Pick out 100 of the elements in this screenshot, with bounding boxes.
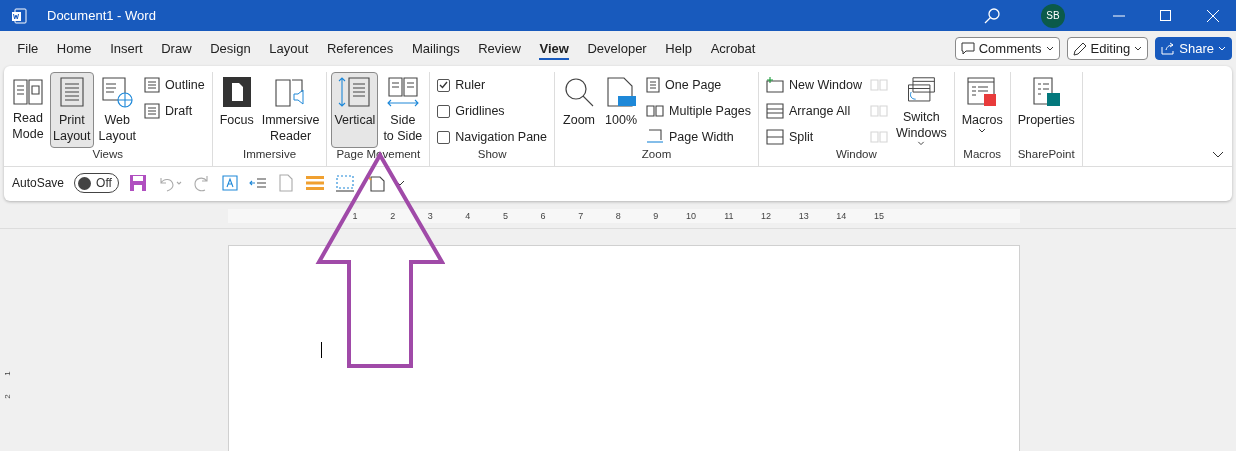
group-label: SharePoint [1016, 148, 1076, 162]
group-label: Zoom [640, 148, 673, 162]
minimize-icon[interactable] [1112, 14, 1125, 17]
maximize-icon[interactable] [1160, 10, 1171, 21]
ribbon-tab[interactable]: References [317, 31, 403, 66]
editing-button[interactable]: Editing [1066, 37, 1149, 60]
group-label: Window [834, 148, 878, 162]
comments-button[interactable]: Comments [954, 37, 1060, 60]
check-icon [439, 81, 449, 89]
magnifier-icon [563, 76, 596, 108]
ribbon-tab[interactable]: View [530, 31, 579, 66]
comment-icon [960, 42, 975, 55]
search-icon[interactable] [983, 6, 1001, 25]
ribbon-button[interactable]: Side to Side [380, 72, 426, 148]
split-icon [766, 129, 785, 145]
ribbon-button[interactable]: Outline [141, 74, 208, 96]
ribbon-button[interactable]: Arrange All [763, 100, 865, 122]
list-icon[interactable] [305, 174, 326, 192]
ribbon-button[interactable]: Zoom [559, 72, 600, 148]
reset-position-icon [869, 129, 888, 145]
chevron-icon [1134, 46, 1143, 51]
pages-icon [646, 104, 665, 118]
ribbon-tab[interactable]: Review [468, 31, 531, 66]
word-logo-icon [11, 7, 27, 24]
ruler-number: 1 [2, 371, 12, 376]
ribbon-tab[interactable]: Help [656, 31, 702, 66]
ribbon-button[interactable]: Read Mode [8, 72, 48, 148]
ribbon-button[interactable]: Split [763, 126, 865, 148]
ribbon-tab[interactable]: Home [47, 31, 101, 66]
chevron-icon [1218, 46, 1226, 51]
side-pages-icon [385, 76, 420, 108]
ribbon-tab[interactable]: Insert [100, 31, 152, 66]
ruler-number: 12 [760, 211, 772, 221]
text-box-icon[interactable] [221, 174, 240, 192]
pencil-icon [1072, 41, 1087, 56]
ribbon-button[interactable]: Draft [141, 100, 208, 122]
collapse-ribbon-icon[interactable] [1212, 151, 1224, 158]
ruler-number: 7 [577, 211, 584, 221]
close-icon[interactable] [1206, 9, 1219, 22]
focus-icon [221, 76, 252, 108]
page-zoom-icon [606, 76, 637, 108]
ruler-number: 15 [872, 211, 884, 221]
sync-scroll-icon [869, 103, 888, 119]
group-label: Page Movement [335, 148, 422, 162]
ribbon-button[interactable]: Print Layout [50, 72, 94, 148]
checkbox[interactable]: Ruler [434, 74, 551, 96]
ribbon-button[interactable]: Vertical [331, 72, 379, 148]
checkbox[interactable]: Gridlines [434, 100, 551, 122]
ruler-number: 8 [614, 211, 621, 221]
ribbon-tab[interactable]: Draw [151, 31, 201, 66]
ribbon-button[interactable]: Multiple Pages [643, 100, 755, 122]
ribbon-button[interactable]: Properties [1014, 72, 1078, 148]
user-avatar[interactable]: SB [1041, 3, 1065, 28]
ruler-number: 3 [426, 211, 433, 221]
ribbon-tab[interactable]: Mailings [402, 31, 469, 66]
ribbon-button[interactable]: 100% [601, 72, 642, 148]
group-label: Show [476, 148, 508, 162]
vertical-page-icon [337, 76, 372, 108]
ribbon-button[interactable]: Web Layout [95, 72, 140, 148]
group-label: Immersive [242, 148, 298, 162]
properties-icon [1030, 76, 1063, 108]
share-button[interactable]: Share [1155, 37, 1232, 60]
new-window-icon [766, 77, 785, 93]
ribbon-tab[interactable]: Layout [259, 31, 318, 66]
save-icon[interactable] [129, 174, 148, 192]
ribbon-tab[interactable]: Acrobat [701, 31, 765, 66]
draft-icon [144, 103, 161, 119]
ribbon-button[interactable]: Immersive Reader [258, 72, 323, 148]
selection-icon[interactable] [335, 174, 356, 192]
ribbon-tab[interactable]: Design [200, 31, 260, 66]
document-icon[interactable] [277, 174, 296, 192]
window-title: Document1 - Word [47, 8, 157, 23]
ruler-number: 6 [539, 211, 546, 221]
autosave-toggle[interactable]: Off [74, 173, 120, 193]
book-icon [12, 76, 44, 106]
ribbon-button[interactable]: Page Width [643, 126, 755, 148]
ruler-number: 13 [797, 211, 809, 221]
one-page-icon [646, 77, 661, 93]
macro-icon [966, 76, 999, 108]
text-cursor [321, 342, 322, 358]
autosave-label: AutoSave [12, 176, 65, 190]
ribbon-button[interactable]: Switch Windows [892, 72, 950, 148]
checkbox[interactable]: Navigation Pane [434, 126, 551, 148]
outline-icon [144, 77, 161, 93]
page-icon [58, 76, 85, 108]
page-width-icon [646, 129, 665, 145]
ruler-number: 2 [2, 394, 12, 399]
ribbon-button[interactable]: Macros [958, 72, 1006, 148]
ruler-number: 11 [723, 211, 734, 221]
ribbon-tab[interactable]: File [8, 31, 48, 66]
ribbon-tab[interactable]: Developer [578, 31, 656, 66]
arrange-icon [766, 103, 785, 119]
group-label: Macros [962, 148, 1003, 162]
ribbon-button[interactable]: One Page [643, 74, 755, 96]
share-icon [1161, 42, 1176, 55]
group-label: Views [91, 148, 125, 162]
ribbon-button[interactable]: Focus [216, 72, 257, 148]
ribbon-button[interactable]: New Window [763, 74, 865, 96]
chevron-icon [1045, 46, 1054, 51]
ruler-number: 10 [684, 211, 696, 221]
